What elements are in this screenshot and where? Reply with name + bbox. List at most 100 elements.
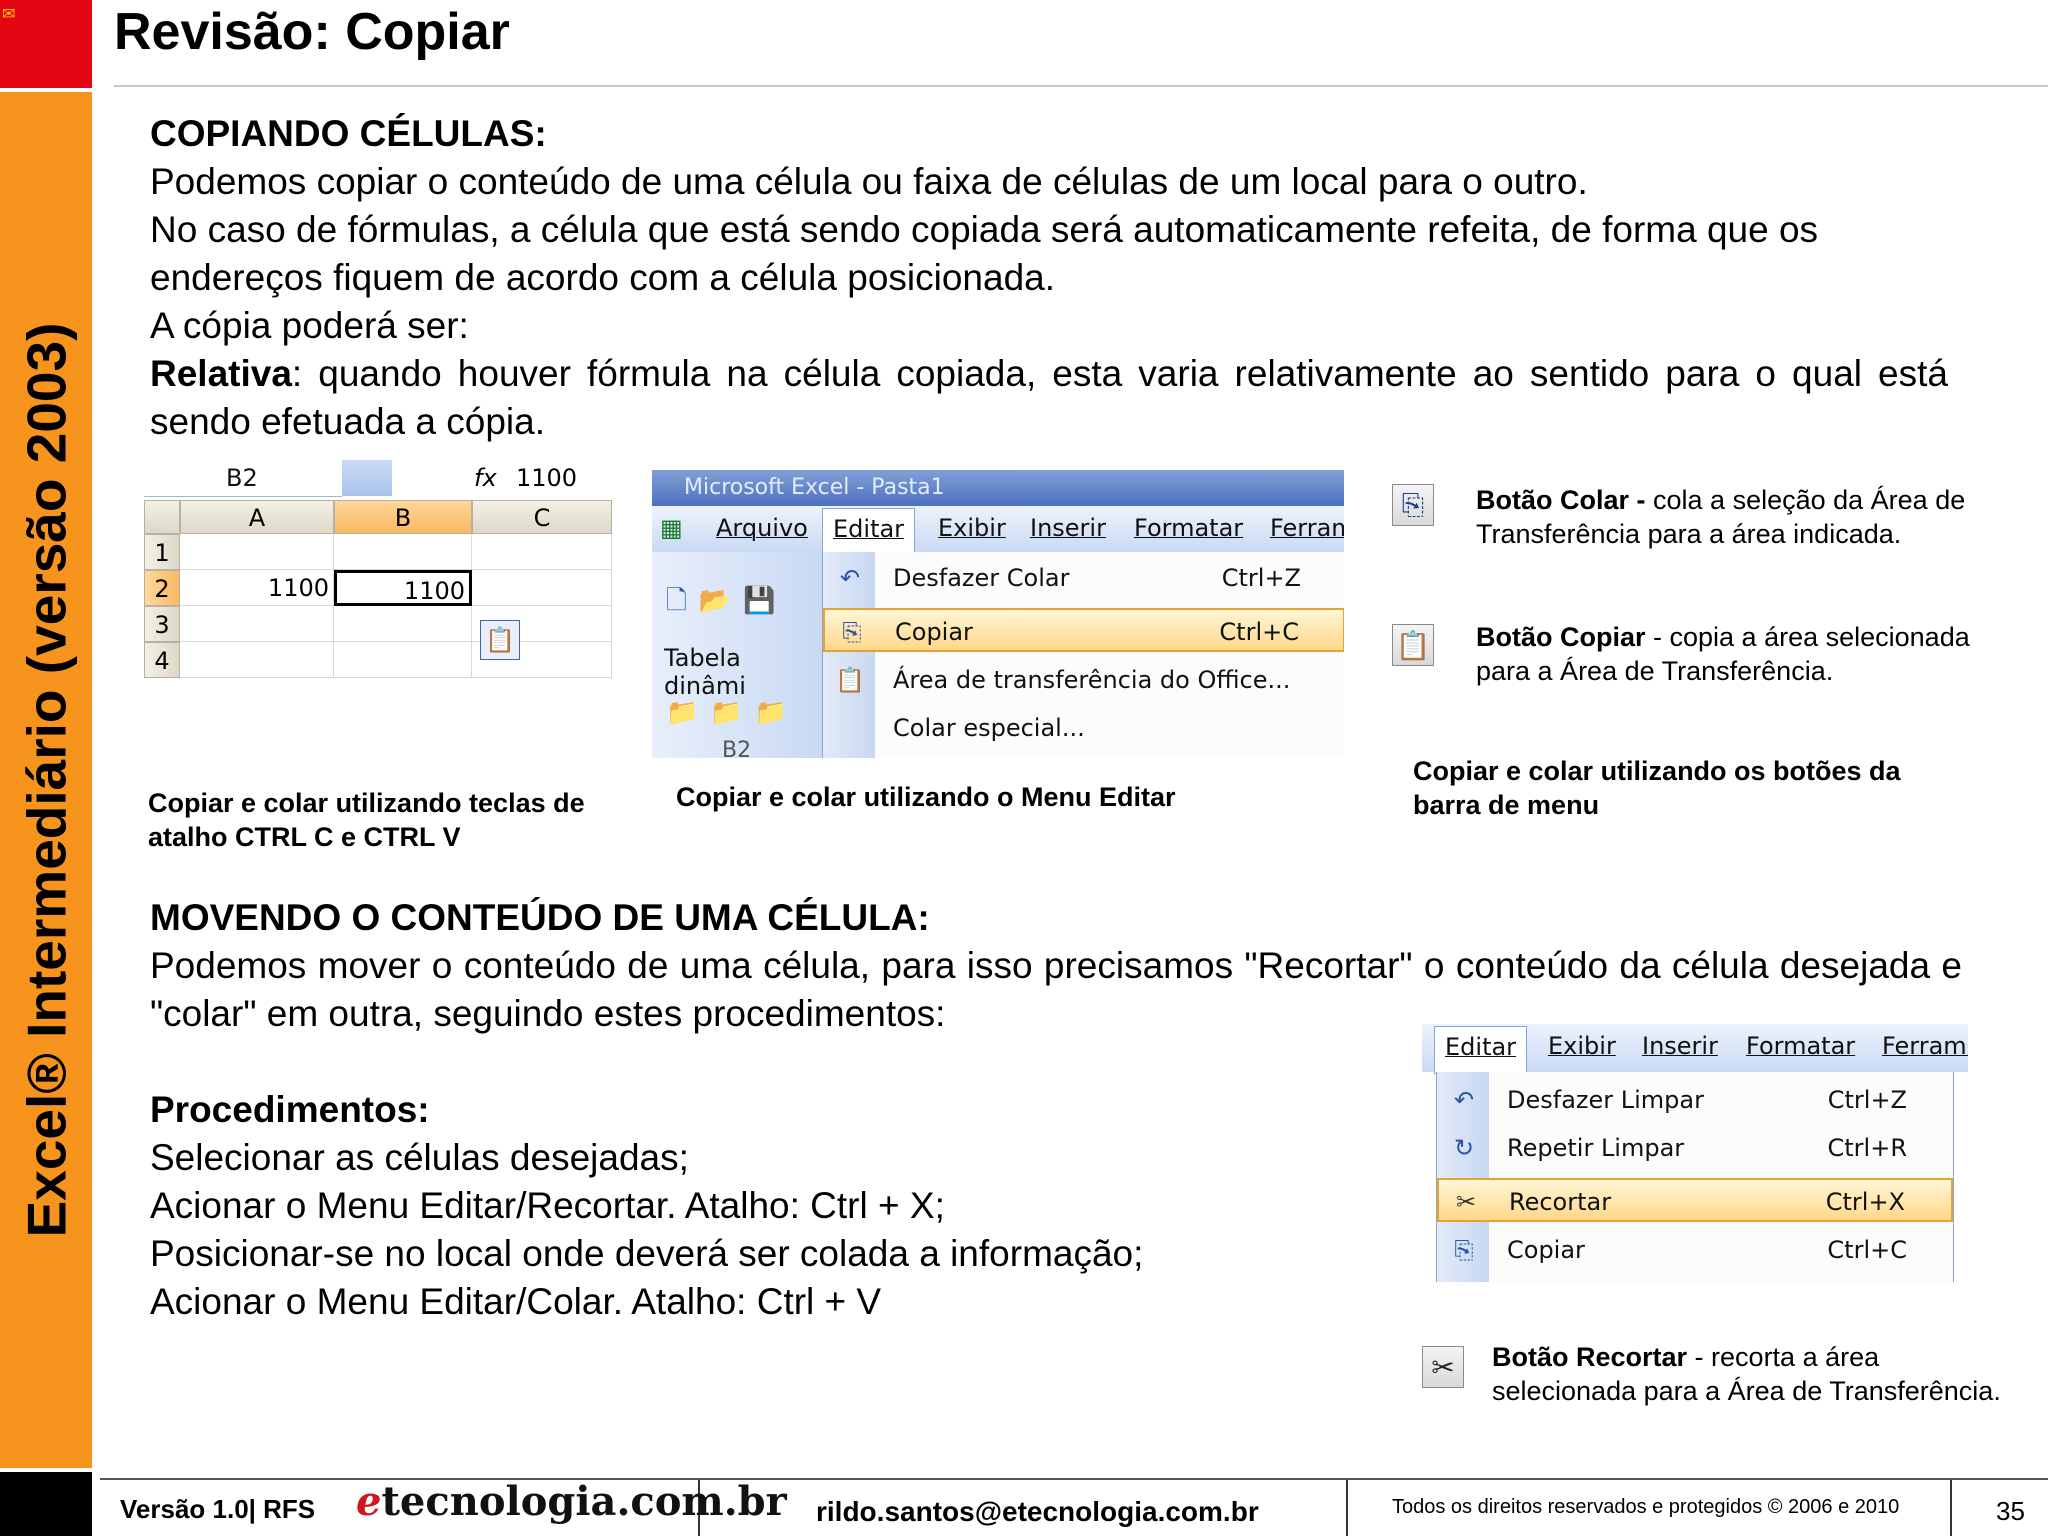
toolbar-area: 🗋📂💾 Tabela dinâmi 📁📁📁 B2 — [652, 552, 822, 758]
menu-bar: Editar Exibir Inserir Formatar Ferrame — [1422, 1024, 1968, 1074]
relativa-term: Relativa — [150, 353, 292, 394]
row-header-2: 2 — [144, 570, 180, 606]
menu-exibir: Exibir — [938, 514, 1006, 542]
cell-a4 — [180, 642, 334, 678]
cell-b3 — [334, 606, 472, 642]
column-header-a: A — [180, 500, 334, 534]
menu-item-repetir-limpar: ↻ Repetir Limpar Ctrl+R — [1437, 1126, 1953, 1170]
cut-button-icon: ✂ — [1422, 1346, 1464, 1388]
menu-item-shortcut: Ctrl+C — [1827, 1236, 1907, 1264]
menu-item-label: Recortar — [1509, 1188, 1612, 1216]
menu-item-label: Desfazer Colar — [893, 564, 1070, 592]
caption-menu: Copiar e colar utilizando o Menu Editar — [676, 782, 1176, 812]
clipboard-icon: 📋 — [835, 666, 865, 694]
move-heading: MOVENDO O CONTEÚDO DE UMA CÉLULA: — [150, 897, 930, 938]
menu-item-copiar: ⎘ Copiar Ctrl+C — [1437, 1228, 1953, 1272]
menu-item-desfazer-colar: ↶ Desfazer Colar Ctrl+Z — [823, 556, 1344, 600]
copy-button-title: Botão Copiar — [1476, 622, 1646, 652]
procedures-list: Procedimentos: Selecionar as células des… — [150, 1086, 1350, 1326]
footer-rights: Todos os direitos reservados e protegido… — [1392, 1496, 1900, 1518]
redo-icon: ↻ — [1453, 1134, 1475, 1162]
row-header-1: 1 — [144, 534, 180, 570]
footer-logo-text: tecnologia.com.br — [381, 1478, 787, 1525]
cell-c2 — [472, 570, 612, 606]
menu-item-shortcut: Ctrl+C — [1219, 618, 1299, 646]
caption-shortcuts: Copiar e colar utilizando teclas de atal… — [148, 788, 585, 852]
menu-formatar: Formatar — [1746, 1032, 1856, 1060]
cell-a3 — [180, 606, 334, 642]
procedure-step: Acionar o Menu Editar/Recortar. Atalho: … — [150, 1185, 945, 1226]
toolbar-folder-icons: 📁📁📁 — [666, 698, 800, 728]
toolbar-pivot-label: Tabela dinâmi — [664, 644, 746, 700]
cut-button-title: Botão Recortar — [1492, 1342, 1688, 1372]
procedures-heading: Procedimentos: — [150, 1089, 430, 1130]
title-divider — [114, 85, 2048, 87]
cell-a1 — [180, 534, 334, 570]
menu-item-label: Copiar — [1507, 1236, 1585, 1264]
cut-menu-screenshot: Editar Exibir Inserir Formatar Ferrame ↶… — [1422, 1024, 1968, 1282]
menu-item-label: Área de transferência do Office... — [893, 666, 1291, 694]
corner-logo-icon: ✉ — [2, 6, 16, 23]
relativa-paragraph: Relativa: quando houver fórmula na célul… — [150, 350, 1948, 446]
row-header-4: 4 — [144, 642, 180, 678]
menu-exibir: Exibir — [1548, 1032, 1616, 1060]
sidebar-vertical-title: Excel® Intermediário (versão 2003) — [15, 322, 78, 1238]
edit-menu-screenshot: Microsoft Excel - Pasta1 ▦ Arquivo Edita… — [652, 470, 1344, 758]
undo-icon: ↶ — [839, 564, 861, 592]
procedure-step: Selecionar as células desejadas; — [150, 1137, 689, 1178]
menu-item-colar-especial: Colar especial... — [823, 706, 1344, 750]
menu-item-shortcut: Ctrl+X — [1825, 1188, 1905, 1216]
function-icon: fx — [474, 464, 497, 492]
menu-editar: Editar — [1434, 1026, 1528, 1074]
cell-b2: 1100 — [334, 570, 472, 606]
menu-item-label: Desfazer Limpar — [1507, 1086, 1704, 1114]
copy-heading: COPIANDO CÉLULAS: — [150, 113, 547, 154]
menu-item-recortar: ✂ Recortar Ctrl+X — [1437, 1178, 1953, 1222]
footer-separator — [1346, 1480, 1348, 1536]
relativa-text: : quando houver fórmula na célula copiad… — [150, 353, 1948, 442]
paste-button-description: Botão Colar - cola a seleção da Área de … — [1476, 483, 1996, 551]
footer-separator — [1950, 1480, 1952, 1536]
menu-bar: ▦ Arquivo Editar Exibir Inserir Formatar… — [652, 506, 1344, 556]
name-box-dropdown-icon — [342, 460, 392, 496]
menu-inserir: Inserir — [1030, 514, 1106, 542]
caption-buttons: Copiar e colar utilizando os botões da b… — [1413, 756, 1901, 820]
slide-title: Revisão: Copiar — [114, 3, 510, 61]
footer-logo-e: e — [356, 1478, 382, 1525]
spreadsheet-screenshot: B2 fx 1100 A B C 1 2 3 4 1100 1100 📋 — [144, 460, 612, 686]
copy-line: Podemos copiar o conteúdo de uma célula … — [150, 161, 1588, 202]
menu-editar: Editar — [822, 508, 916, 556]
paste-button-title: Botão Colar - — [1476, 485, 1646, 515]
corner-black-block — [0, 1472, 92, 1536]
formula-value: 1100 — [516, 464, 578, 492]
menu-item-label: Colar especial... — [893, 714, 1085, 742]
menu-item-shortcut: Ctrl+R — [1827, 1134, 1908, 1162]
name-box: B2 — [144, 460, 342, 497]
edit-dropdown: ↶ Desfazer Colar Ctrl+Z ⎘ Copiar Ctrl+C … — [822, 552, 1344, 758]
copy-button-description: Botão Copiar - copia a área selecionada … — [1476, 620, 1996, 688]
menu-item-label: Copiar — [895, 618, 973, 646]
cell-c1 — [472, 534, 612, 570]
cell-reference: B2 — [722, 738, 752, 758]
scissors-icon: ✂ — [1455, 1188, 1477, 1216]
paste-button-icon: ⎘ — [1392, 484, 1434, 526]
menu-item-area-transferencia: 📋 Área de transferência do Office... — [823, 658, 1344, 702]
paste-options-icon: 📋 — [480, 620, 520, 660]
excel-icon: ▦ — [660, 514, 683, 542]
procedure-step: Posicionar-se no local onde deverá ser c… — [150, 1233, 1144, 1274]
window-title: Microsoft Excel - Pasta1 — [652, 470, 1344, 506]
copy-line: No caso de fórmulas, a célula que está s… — [150, 209, 1819, 298]
copy-button-icon: 📋 — [1392, 624, 1434, 666]
corner-header — [144, 500, 180, 534]
row-header-3: 3 — [144, 606, 180, 642]
menu-item-label: Repetir Limpar — [1507, 1134, 1685, 1162]
menu-item-shortcut: Ctrl+Z — [1221, 564, 1301, 592]
cell-a2: 1100 — [180, 570, 334, 606]
menu-inserir: Inserir — [1642, 1032, 1718, 1060]
copy-icon: ⎘ — [1454, 1236, 1474, 1264]
footer-logo: etecnologia.com.br — [356, 1478, 787, 1525]
menu-item-shortcut: Ctrl+Z — [1827, 1086, 1907, 1114]
footer-version: Versão 1.0| RFS — [120, 1494, 316, 1524]
edit-dropdown: ↶ Desfazer Limpar Ctrl+Z ↻ Repetir Limpa… — [1436, 1072, 1954, 1282]
menu-arquivo: Arquivo — [716, 514, 808, 542]
